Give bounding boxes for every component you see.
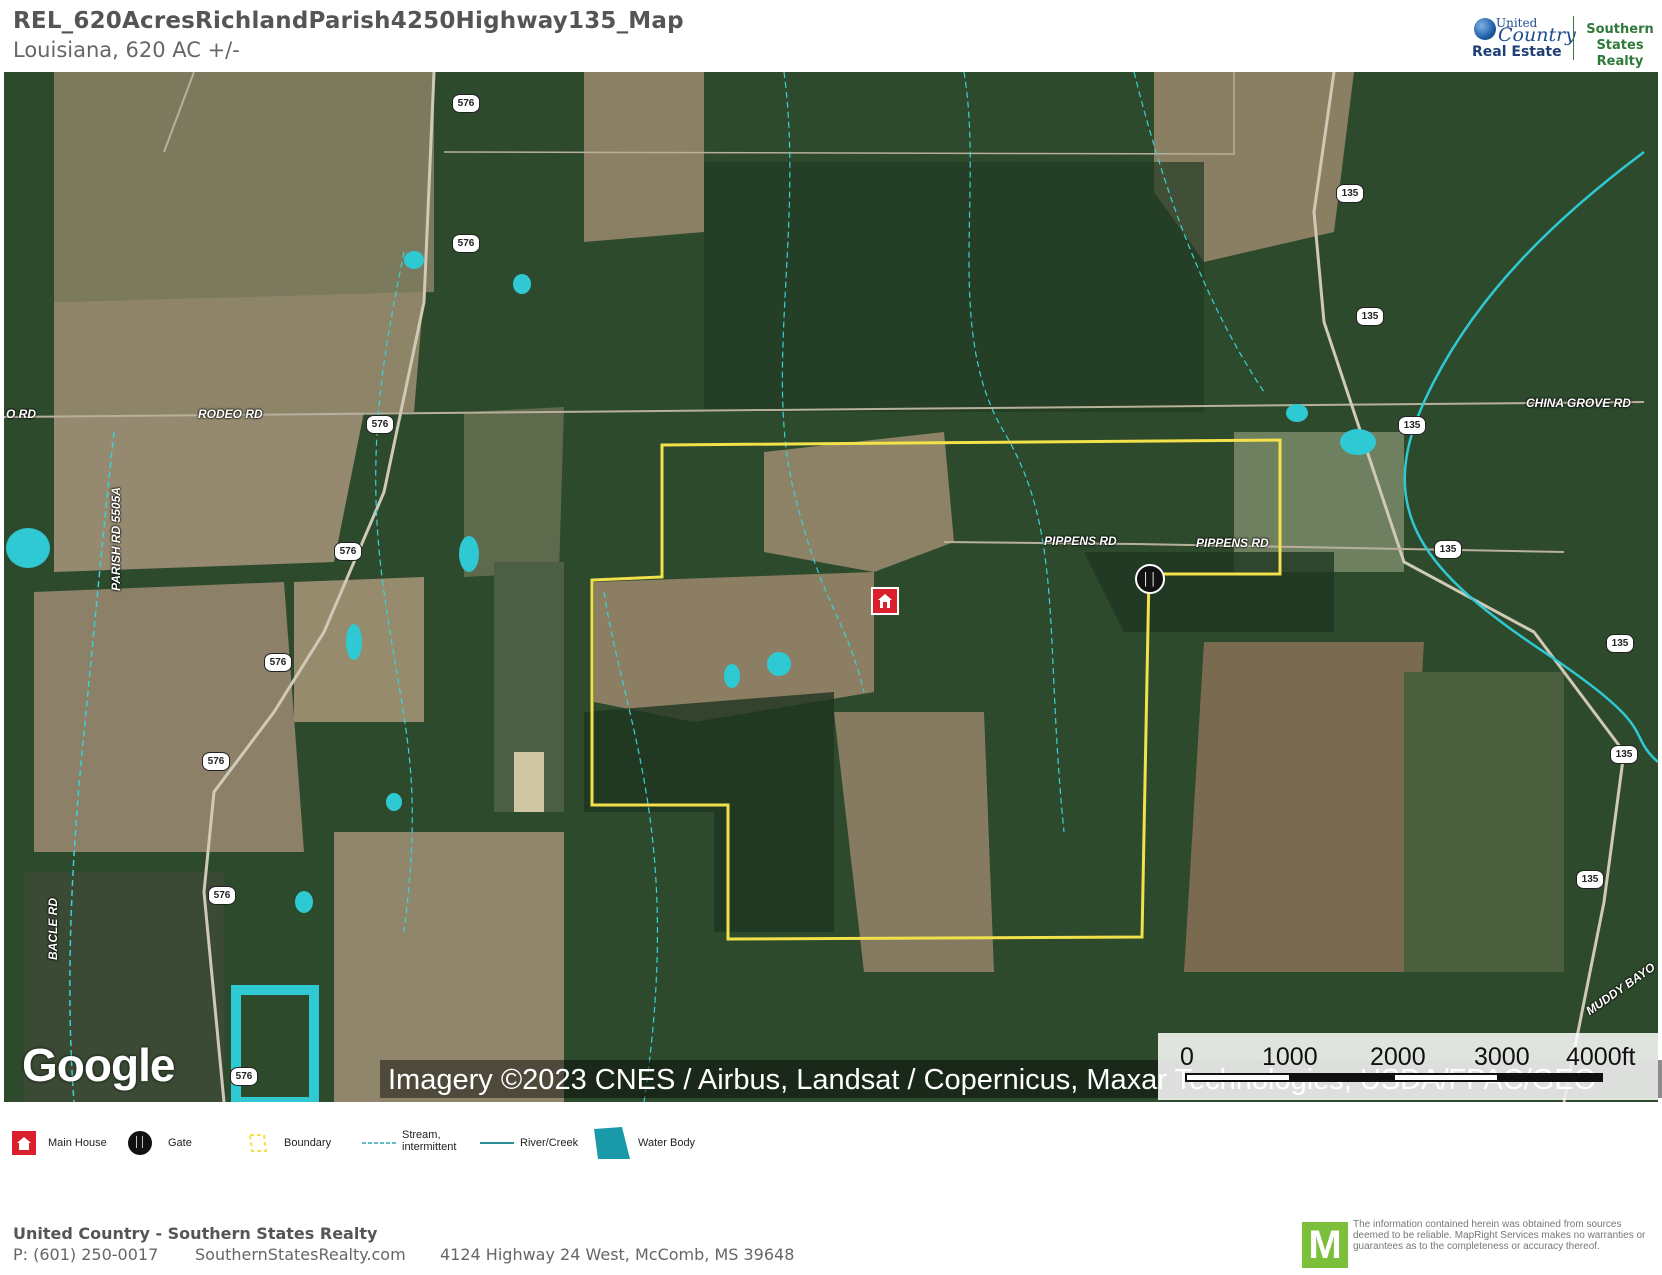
house-icon	[878, 594, 892, 608]
route-shield-576: 576	[264, 653, 292, 672]
map-legend: Main House ││ Gate Boundary Stream, inte…	[0, 1127, 1662, 1159]
footer-phone[interactable]: P: (601) 250-0017	[13, 1245, 158, 1264]
route-shield-576: 576	[208, 886, 236, 905]
disclaimer-text: The information contained herein was obt…	[1353, 1219, 1646, 1252]
legend-label: Main House	[48, 1137, 107, 1149]
logo-partner: Southern States Realty	[1580, 22, 1660, 70]
logo-partner-line1: Southern	[1586, 22, 1654, 37]
route-shield-576: 576	[452, 94, 480, 113]
route-shield-135: 135	[1576, 870, 1604, 889]
map-title: REL_620AcresRichlandParish4250Highway135…	[13, 8, 684, 34]
stream-icon	[362, 1142, 396, 1144]
map-imagery	[4, 72, 1658, 1102]
road-label-pippens-2: PIPPENS RD	[1196, 536, 1269, 550]
logo-text-real-estate: Real Estate	[1472, 44, 1562, 60]
mapright-logo: M	[1302, 1222, 1348, 1268]
footer-company: United Country - Southern States Realty	[13, 1224, 378, 1243]
scale-tick: 3000	[1474, 1043, 1530, 1071]
route-shield-576: 576	[202, 752, 230, 771]
scale-tick: 4000ft	[1566, 1043, 1636, 1071]
road-label-pippens-1: PIPPENS RD	[1044, 534, 1117, 548]
scale-segment	[1497, 1073, 1603, 1082]
route-shield-135: 135	[1356, 307, 1384, 326]
logo-text-country: Country	[1498, 24, 1576, 46]
scale-bar: 0 1000 2000 3000 4000ft	[1158, 1033, 1658, 1100]
route-shield-576: 576	[230, 1067, 258, 1086]
legend-label: River/Creek	[520, 1137, 579, 1149]
legend-label: Stream, intermittent	[402, 1129, 457, 1153]
scale-tick: 1000	[1262, 1043, 1318, 1071]
scale-segment	[1185, 1073, 1291, 1082]
legend-label: Boundary	[284, 1137, 332, 1149]
route-shield-135: 135	[1606, 634, 1634, 653]
road-label-bacle: BACLE RD	[46, 898, 60, 960]
road-label-rodeo-left: O RD	[6, 407, 36, 421]
map-subtitle: Louisiana, 620 AC +/-	[13, 38, 240, 62]
river-icon	[480, 1142, 514, 1144]
gate-marker[interactable]: ││	[1135, 564, 1165, 594]
gate-icon: ││	[1142, 572, 1158, 586]
main-house-marker[interactable]	[871, 587, 899, 615]
route-shield-576: 576	[334, 542, 362, 561]
satellite-map[interactable]: O RD RODEO RD PARISH RD 5505A PIPPENS RD…	[4, 72, 1658, 1102]
route-shield-576: 576	[366, 415, 394, 434]
route-shield-135: 135	[1398, 416, 1426, 435]
google-logo: Google	[22, 1039, 175, 1091]
brand-logo: United Country Real Estate Southern Stat…	[1470, 14, 1660, 69]
gate-icon: ││	[128, 1131, 152, 1155]
globe-icon	[1474, 18, 1496, 40]
logo-partner-line2: States Realty	[1596, 38, 1644, 69]
boundary-icon	[248, 1134, 268, 1152]
logo-divider	[1573, 16, 1574, 60]
route-shield-576: 576	[452, 234, 480, 253]
route-shield-135: 135	[1434, 540, 1462, 559]
water-body-icon	[594, 1127, 630, 1159]
scale-segment	[1393, 1073, 1499, 1082]
road-label-rodeo: RODEO RD	[198, 407, 263, 421]
house-icon	[12, 1131, 36, 1155]
legend-label: Water Body	[638, 1137, 696, 1149]
footer-website-link[interactable]: SouthernStatesRealty.com	[195, 1245, 406, 1264]
route-shield-135: 135	[1610, 745, 1638, 764]
road-label-china-grove: CHINA GROVE RD	[1526, 396, 1631, 410]
legend-label: Gate	[168, 1137, 192, 1149]
road-label-parish: PARISH RD 5505A	[108, 487, 123, 591]
scale-tick: 0	[1180, 1043, 1194, 1071]
footer-address: 4124 Highway 24 West, McComb, MS 39648	[440, 1245, 795, 1264]
scale-segment	[1289, 1073, 1395, 1082]
scale-tick: 2000	[1370, 1043, 1426, 1071]
route-shield-135: 135	[1336, 184, 1364, 203]
